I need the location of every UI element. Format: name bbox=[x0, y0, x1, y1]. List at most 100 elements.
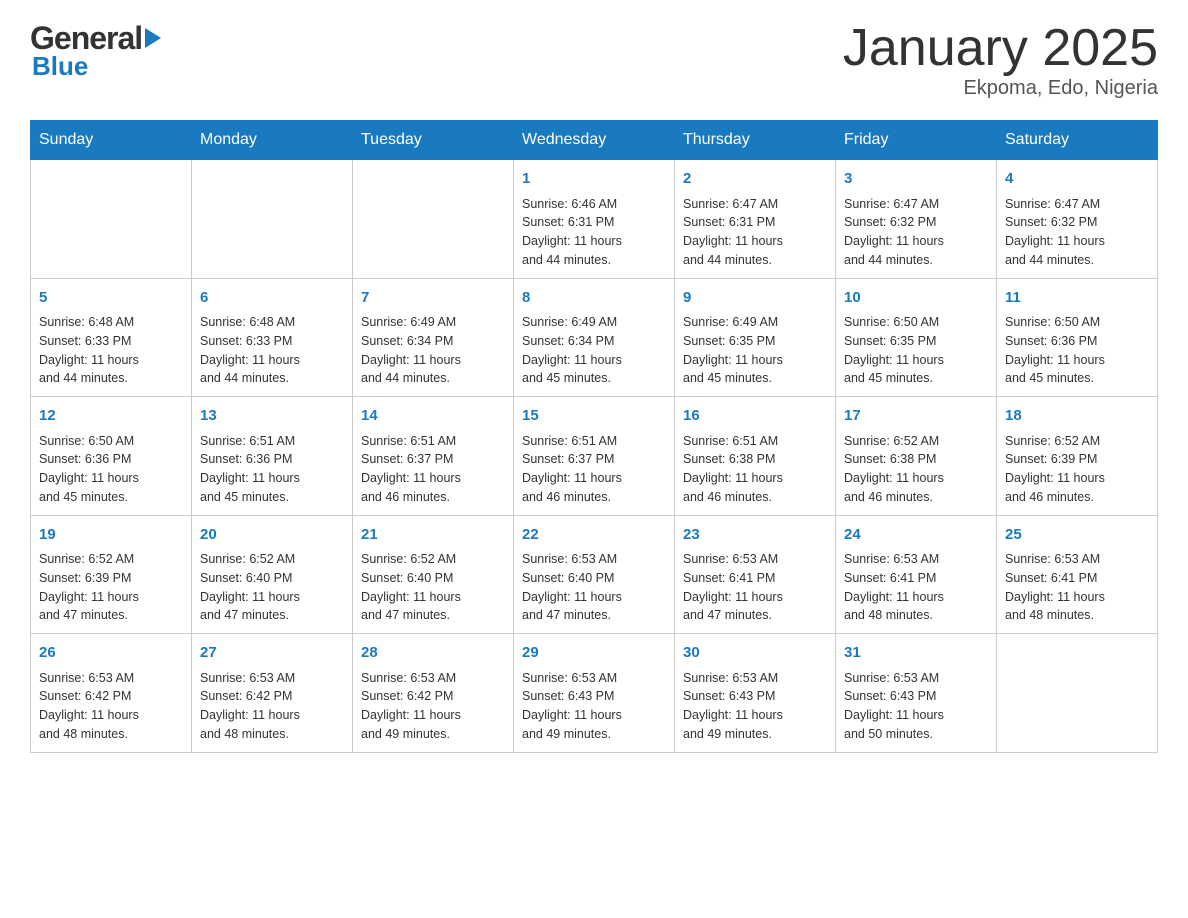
calendar-cell: 23 Sunrise: 6:53 AM Sunset: 6:41 PM Dayli… bbox=[675, 515, 836, 634]
calendar-cell: 6 Sunrise: 6:48 AM Sunset: 6:33 PM Daylig… bbox=[192, 278, 353, 397]
weekday-header-thursday: Thursday bbox=[675, 121, 836, 160]
week-row-2: 5 Sunrise: 6:48 AM Sunset: 6:33 PM Daylig… bbox=[31, 278, 1158, 397]
day-number: 19 bbox=[39, 524, 183, 547]
calendar-table: SundayMondayTuesdayWednesdayThursdayFrid… bbox=[30, 120, 1158, 753]
day-info: Sunrise: 6:53 AM Sunset: 6:42 PM Dayligh… bbox=[39, 669, 183, 744]
logo: General Blue bbox=[30, 20, 161, 82]
week-row-5: 26 Sunrise: 6:53 AM Sunset: 6:42 PM Dayli… bbox=[31, 634, 1158, 753]
day-info: Sunrise: 6:53 AM Sunset: 6:42 PM Dayligh… bbox=[361, 669, 505, 744]
calendar-cell: 10 Sunrise: 6:50 AM Sunset: 6:35 PM Dayli… bbox=[836, 278, 997, 397]
day-info: Sunrise: 6:48 AM Sunset: 6:33 PM Dayligh… bbox=[200, 313, 344, 388]
day-number: 18 bbox=[1005, 405, 1149, 428]
calendar-cell: 3 Sunrise: 6:47 AM Sunset: 6:32 PM Daylig… bbox=[836, 160, 997, 279]
day-info: Sunrise: 6:53 AM Sunset: 6:41 PM Dayligh… bbox=[683, 550, 827, 625]
calendar-cell: 25 Sunrise: 6:53 AM Sunset: 6:41 PM Dayli… bbox=[997, 515, 1158, 634]
title-area: January 2025 Ekpoma, Edo, Nigeria bbox=[843, 20, 1158, 100]
weekday-header-sunday: Sunday bbox=[31, 121, 192, 160]
day-info: Sunrise: 6:53 AM Sunset: 6:40 PM Dayligh… bbox=[522, 550, 666, 625]
day-number: 6 bbox=[200, 287, 344, 310]
day-info: Sunrise: 6:51 AM Sunset: 6:36 PM Dayligh… bbox=[200, 432, 344, 507]
day-number: 24 bbox=[844, 524, 988, 547]
day-info: Sunrise: 6:49 AM Sunset: 6:35 PM Dayligh… bbox=[683, 313, 827, 388]
day-number: 21 bbox=[361, 524, 505, 547]
weekday-header-tuesday: Tuesday bbox=[353, 121, 514, 160]
day-info: Sunrise: 6:52 AM Sunset: 6:38 PM Dayligh… bbox=[844, 432, 988, 507]
day-number: 22 bbox=[522, 524, 666, 547]
day-info: Sunrise: 6:53 AM Sunset: 6:43 PM Dayligh… bbox=[844, 669, 988, 744]
day-number: 13 bbox=[200, 405, 344, 428]
day-info: Sunrise: 6:52 AM Sunset: 6:40 PM Dayligh… bbox=[361, 550, 505, 625]
week-row-3: 12 Sunrise: 6:50 AM Sunset: 6:36 PM Dayli… bbox=[31, 397, 1158, 516]
calendar-cell: 2 Sunrise: 6:47 AM Sunset: 6:31 PM Daylig… bbox=[675, 160, 836, 279]
logo-blue-text: Blue bbox=[32, 51, 88, 82]
calendar-cell: 4 Sunrise: 6:47 AM Sunset: 6:32 PM Daylig… bbox=[997, 160, 1158, 279]
day-number: 12 bbox=[39, 405, 183, 428]
calendar-cell: 15Sunrise: 6:51 AM Sunset: 6:37 PM Dayli… bbox=[514, 397, 675, 516]
day-info: Sunrise: 6:53 AM Sunset: 6:43 PM Dayligh… bbox=[522, 669, 666, 744]
calendar-cell: 9Sunrise: 6:49 AM Sunset: 6:35 PM Daylig… bbox=[675, 278, 836, 397]
day-info: Sunrise: 6:49 AM Sunset: 6:34 PM Dayligh… bbox=[522, 313, 666, 388]
day-number: 3 bbox=[844, 168, 988, 191]
calendar-cell: 27Sunrise: 6:53 AM Sunset: 6:42 PM Dayli… bbox=[192, 634, 353, 753]
location: Ekpoma, Edo, Nigeria bbox=[843, 77, 1158, 100]
calendar-cell: 11 Sunrise: 6:50 AM Sunset: 6:36 PM Dayli… bbox=[997, 278, 1158, 397]
calendar-cell: 16Sunrise: 6:51 AM Sunset: 6:38 PM Dayli… bbox=[675, 397, 836, 516]
calendar-cell: 28Sunrise: 6:53 AM Sunset: 6:42 PM Dayli… bbox=[353, 634, 514, 753]
page-header: General Blue January 2025 Ekpoma, Edo, N… bbox=[30, 20, 1158, 100]
calendar-cell: 12 Sunrise: 6:50 AM Sunset: 6:36 PM Dayli… bbox=[31, 397, 192, 516]
weekday-header-friday: Friday bbox=[836, 121, 997, 160]
day-info: Sunrise: 6:49 AM Sunset: 6:34 PM Dayligh… bbox=[361, 313, 505, 388]
day-number: 16 bbox=[683, 405, 827, 428]
day-number: 10 bbox=[844, 287, 988, 310]
day-number: 5 bbox=[39, 287, 183, 310]
calendar-cell: 19Sunrise: 6:52 AM Sunset: 6:39 PM Dayli… bbox=[31, 515, 192, 634]
day-number: 31 bbox=[844, 642, 988, 665]
day-number: 15 bbox=[522, 405, 666, 428]
day-info: Sunrise: 6:53 AM Sunset: 6:43 PM Dayligh… bbox=[683, 669, 827, 744]
calendar-cell: 1 Sunrise: 6:46 AM Sunset: 6:31 PM Daylig… bbox=[514, 160, 675, 279]
day-number: 29 bbox=[522, 642, 666, 665]
day-info: Sunrise: 6:50 AM Sunset: 6:35 PM Dayligh… bbox=[844, 313, 988, 388]
day-number: 20 bbox=[200, 524, 344, 547]
weekday-header-wednesday: Wednesday bbox=[514, 121, 675, 160]
day-info: Sunrise: 6:50 AM Sunset: 6:36 PM Dayligh… bbox=[1005, 313, 1149, 388]
calendar-cell bbox=[353, 160, 514, 279]
calendar-cell: 20Sunrise: 6:52 AM Sunset: 6:40 PM Dayli… bbox=[192, 515, 353, 634]
day-info: Sunrise: 6:52 AM Sunset: 6:39 PM Dayligh… bbox=[1005, 432, 1149, 507]
day-number: 23 bbox=[683, 524, 827, 547]
calendar-cell bbox=[997, 634, 1158, 753]
day-number: 25 bbox=[1005, 524, 1149, 547]
calendar-cell: 13 Sunrise: 6:51 AM Sunset: 6:36 PM Dayli… bbox=[192, 397, 353, 516]
calendar-cell: 30Sunrise: 6:53 AM Sunset: 6:43 PM Dayli… bbox=[675, 634, 836, 753]
day-number: 7 bbox=[361, 287, 505, 310]
day-info: Sunrise: 6:46 AM Sunset: 6:31 PM Dayligh… bbox=[522, 195, 666, 270]
day-info: Sunrise: 6:53 AM Sunset: 6:41 PM Dayligh… bbox=[1005, 550, 1149, 625]
day-number: 26 bbox=[39, 642, 183, 665]
day-info: Sunrise: 6:53 AM Sunset: 6:42 PM Dayligh… bbox=[200, 669, 344, 744]
day-info: Sunrise: 6:51 AM Sunset: 6:37 PM Dayligh… bbox=[361, 432, 505, 507]
day-info: Sunrise: 6:47 AM Sunset: 6:31 PM Dayligh… bbox=[683, 195, 827, 270]
day-info: Sunrise: 6:50 AM Sunset: 6:36 PM Dayligh… bbox=[39, 432, 183, 507]
day-number: 8 bbox=[522, 287, 666, 310]
week-row-1: 1 Sunrise: 6:46 AM Sunset: 6:31 PM Daylig… bbox=[31, 160, 1158, 279]
day-number: 14 bbox=[361, 405, 505, 428]
calendar-cell: 29 Sunrise: 6:53 AM Sunset: 6:43 PM Dayli… bbox=[514, 634, 675, 753]
logo-arrow-icon bbox=[145, 28, 161, 48]
day-info: Sunrise: 6:47 AM Sunset: 6:32 PM Dayligh… bbox=[1005, 195, 1149, 270]
weekday-header-saturday: Saturday bbox=[997, 121, 1158, 160]
day-number: 2 bbox=[683, 168, 827, 191]
day-number: 1 bbox=[522, 168, 666, 191]
calendar-cell bbox=[31, 160, 192, 279]
calendar-cell: 5Sunrise: 6:48 AM Sunset: 6:33 PM Daylig… bbox=[31, 278, 192, 397]
calendar-cell: 14 Sunrise: 6:51 AM Sunset: 6:37 PM Dayli… bbox=[353, 397, 514, 516]
week-row-4: 19Sunrise: 6:52 AM Sunset: 6:39 PM Dayli… bbox=[31, 515, 1158, 634]
day-number: 4 bbox=[1005, 168, 1149, 191]
day-info: Sunrise: 6:53 AM Sunset: 6:41 PM Dayligh… bbox=[844, 550, 988, 625]
month-title: January 2025 bbox=[843, 20, 1158, 77]
day-number: 11 bbox=[1005, 287, 1149, 310]
calendar-cell: 21 Sunrise: 6:52 AM Sunset: 6:40 PM Dayli… bbox=[353, 515, 514, 634]
calendar-cell: 24 Sunrise: 6:53 AM Sunset: 6:41 PM Dayli… bbox=[836, 515, 997, 634]
day-info: Sunrise: 6:47 AM Sunset: 6:32 PM Dayligh… bbox=[844, 195, 988, 270]
weekday-header-row: SundayMondayTuesdayWednesdayThursdayFrid… bbox=[31, 121, 1158, 160]
calendar-cell: 17Sunrise: 6:52 AM Sunset: 6:38 PM Dayli… bbox=[836, 397, 997, 516]
